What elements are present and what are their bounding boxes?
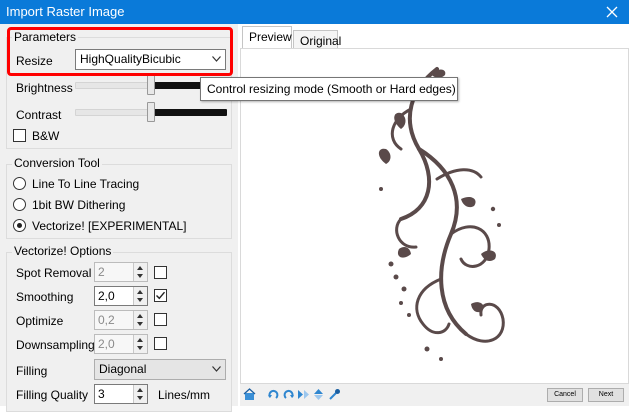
title-bar: Import Raster Image — [0, 0, 629, 24]
optimize-value: 0,2 — [98, 313, 115, 327]
brightness-slider-thumb[interactable] — [147, 75, 155, 95]
tab-original-label: Original — [300, 34, 342, 48]
cancel-button-label: Cancel — [554, 391, 576, 398]
filling-label: Filling — [16, 364, 48, 378]
smoothing-label: Smoothing — [16, 290, 74, 304]
downsampling-spinner[interactable]: 2,0 — [94, 334, 148, 354]
flip-vertical-icon[interactable] — [312, 388, 325, 401]
close-icon[interactable] — [601, 1, 623, 23]
rotate-right-icon[interactable] — [282, 388, 295, 401]
downsampling-value: 2,0 — [98, 337, 115, 351]
optimize-label: Optimize — [16, 314, 64, 328]
radio-line-to-line-label: Line To Line Tracing — [32, 177, 140, 191]
brightness-track-left — [75, 82, 151, 89]
downsampling-label: Downsampling — [16, 338, 95, 352]
filling-quality-label: Filling Quality — [16, 388, 89, 402]
radio-bw-dithering-label: 1bit BW Dithering — [32, 198, 126, 212]
contrast-track-right — [153, 109, 227, 116]
tab-preview-label: Preview — [249, 30, 292, 44]
next-button-label: Next — [598, 391, 614, 398]
tab-preview[interactable]: Preview — [242, 26, 292, 49]
radio-vectorize[interactable] — [13, 219, 26, 232]
radio-bw-dithering[interactable] — [13, 198, 26, 211]
resize-highlight — [7, 27, 233, 76]
optimize-checkbox[interactable] — [154, 313, 167, 326]
cancel-button[interactable]: Cancel — [547, 388, 583, 402]
brightness-label: Brightness — [16, 81, 73, 95]
conversion-group-title: Conversion Tool — [12, 156, 102, 170]
smoothing-spinner[interactable]: 2,0 — [94, 286, 148, 306]
filling-quality-unit: Lines/mm — [158, 388, 211, 402]
smoothing-value: 2,0 — [98, 289, 115, 303]
contrast-label: Contrast — [16, 108, 62, 122]
filling-quality-value: 3 — [98, 387, 105, 401]
spot-removal-label: Spot Removal — [16, 266, 92, 280]
smoothing-checkbox[interactable] — [154, 289, 167, 302]
optimize-spinner[interactable]: 0,2 — [94, 310, 148, 330]
filling-select-value: Diagonal — [99, 362, 147, 376]
spinner-buttons[interactable] — [133, 335, 147, 353]
filling-quality-spinner[interactable]: 3 — [94, 384, 148, 404]
window-title: Import Raster Image — [6, 4, 125, 19]
spot-removal-value: 2 — [98, 265, 105, 279]
tooltip-text: Control resizing mode (Smooth or Hard ed… — [207, 82, 456, 96]
chevron-down-icon — [212, 366, 221, 372]
radio-vectorize-label: Vectorize! [EXPERIMENTAL] — [32, 219, 187, 233]
downsampling-checkbox[interactable] — [154, 337, 167, 350]
vectorize-group-title: Vectorize! Options — [12, 244, 114, 258]
spot-removal-checkbox[interactable] — [154, 266, 167, 279]
spinner-buttons[interactable] — [133, 263, 147, 281]
eyedropper-icon[interactable] — [328, 388, 341, 401]
home-icon[interactable] — [243, 388, 256, 401]
resize-tooltip: Control resizing mode (Smooth or Hard ed… — [200, 77, 458, 101]
contrast-slider-thumb[interactable] — [147, 102, 155, 122]
bw-checkbox[interactable] — [13, 129, 26, 142]
bw-label: B&W — [32, 129, 60, 143]
flip-horizontal-icon[interactable] — [297, 388, 310, 401]
next-button[interactable]: Next — [588, 388, 624, 402]
filling-select[interactable]: Diagonal — [94, 359, 226, 380]
contrast-track-left — [75, 109, 151, 116]
radio-line-to-line[interactable] — [13, 177, 26, 190]
rotate-left-icon[interactable] — [267, 388, 280, 401]
check-icon — [156, 291, 166, 300]
bottom-toolbar: Cancel Next — [240, 384, 629, 406]
spinner-buttons[interactable] — [133, 385, 147, 403]
spinner-buttons[interactable] — [133, 311, 147, 329]
spot-removal-spinner[interactable]: 2 — [94, 262, 148, 282]
spinner-buttons[interactable] — [133, 287, 147, 305]
